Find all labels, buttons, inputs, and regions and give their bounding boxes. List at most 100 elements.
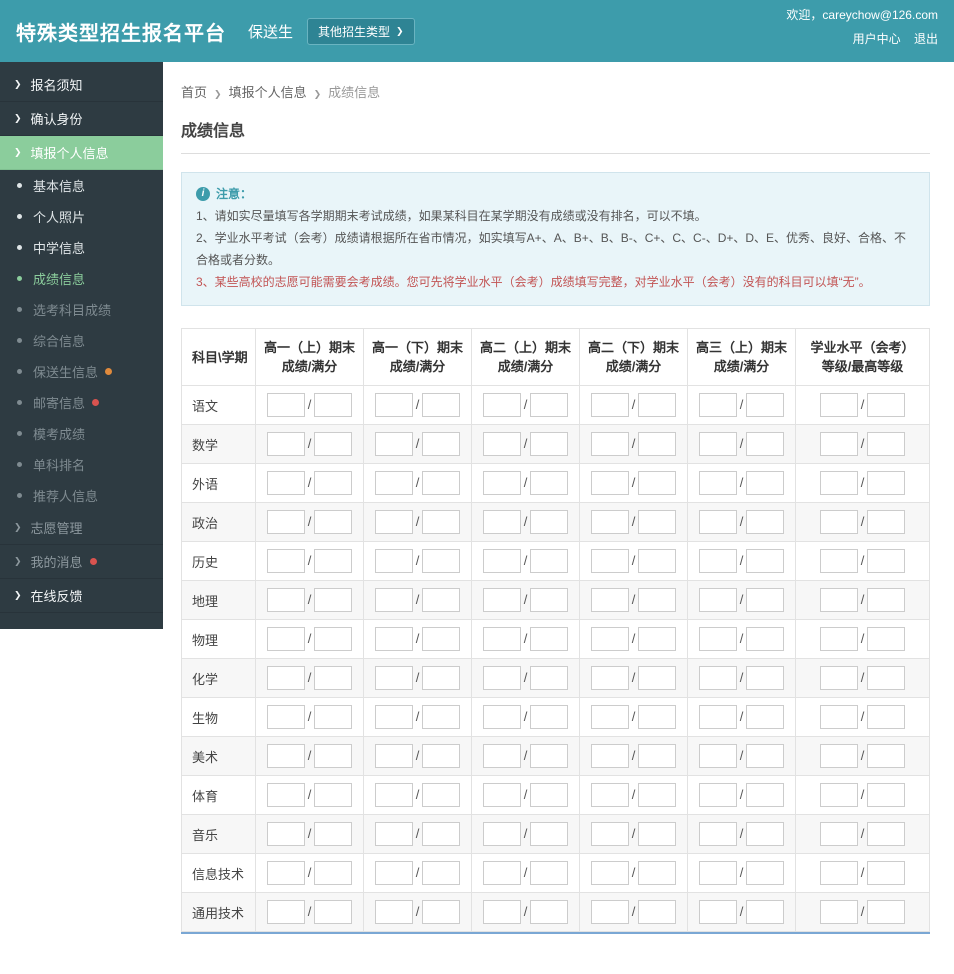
score-input[interactable] (590, 666, 629, 690)
score-input[interactable] (374, 666, 413, 690)
score-input[interactable] (374, 588, 413, 612)
full-score-input[interactable] (314, 900, 353, 924)
score-input[interactable] (590, 393, 629, 417)
full-score-input[interactable] (638, 861, 677, 885)
score-input[interactable] (698, 783, 737, 807)
full-score-input[interactable] (746, 705, 785, 729)
sidebar-item-6[interactable]: 成绩信息 (0, 263, 163, 294)
score-input[interactable] (698, 744, 737, 768)
score-input[interactable] (819, 783, 858, 807)
full-score-input[interactable] (530, 822, 569, 846)
score-input[interactable] (482, 900, 521, 924)
score-input[interactable] (266, 393, 305, 417)
full-score-input[interactable] (422, 510, 461, 534)
score-input[interactable] (482, 783, 521, 807)
full-score-input[interactable] (638, 744, 677, 768)
full-score-input[interactable] (422, 900, 461, 924)
full-score-input[interactable] (638, 822, 677, 846)
score-input[interactable] (266, 783, 305, 807)
sidebar-item-15[interactable]: ❯ 我的消息 (0, 545, 163, 579)
score-input[interactable] (374, 705, 413, 729)
score-input[interactable] (266, 900, 305, 924)
score-input[interactable] (374, 744, 413, 768)
score-input[interactable] (698, 627, 737, 651)
full-score-input[interactable] (530, 666, 569, 690)
full-score-input[interactable] (422, 705, 461, 729)
full-score-input[interactable] (867, 822, 906, 846)
score-input[interactable] (590, 822, 629, 846)
full-score-input[interactable] (314, 705, 353, 729)
full-score-input[interactable] (530, 471, 569, 495)
sidebar-item-3[interactable]: 基本信息 (0, 170, 163, 201)
score-input[interactable] (266, 744, 305, 768)
score-input[interactable] (482, 510, 521, 534)
full-score-input[interactable] (638, 510, 677, 534)
full-score-input[interactable] (867, 744, 906, 768)
score-input[interactable] (482, 393, 521, 417)
full-score-input[interactable] (422, 627, 461, 651)
score-input[interactable] (819, 549, 858, 573)
score-input[interactable] (374, 471, 413, 495)
score-input[interactable] (590, 783, 629, 807)
full-score-input[interactable] (867, 510, 906, 534)
full-score-input[interactable] (638, 666, 677, 690)
full-score-input[interactable] (314, 783, 353, 807)
full-score-input[interactable] (422, 666, 461, 690)
full-score-input[interactable] (422, 783, 461, 807)
score-input[interactable] (374, 393, 413, 417)
score-input[interactable] (374, 822, 413, 846)
full-score-input[interactable] (638, 783, 677, 807)
full-score-input[interactable] (314, 393, 353, 417)
score-input[interactable] (590, 588, 629, 612)
full-score-input[interactable] (746, 900, 785, 924)
full-score-input[interactable] (638, 393, 677, 417)
score-input[interactable] (266, 549, 305, 573)
full-score-input[interactable] (422, 822, 461, 846)
full-score-input[interactable] (422, 393, 461, 417)
full-score-input[interactable] (530, 783, 569, 807)
full-score-input[interactable] (746, 783, 785, 807)
full-score-input[interactable] (314, 744, 353, 768)
full-score-input[interactable] (530, 588, 569, 612)
sidebar-item-11[interactable]: 模考成绩 (0, 418, 163, 449)
score-input[interactable] (819, 510, 858, 534)
score-input[interactable] (374, 549, 413, 573)
full-score-input[interactable] (867, 471, 906, 495)
score-input[interactable] (374, 510, 413, 534)
score-input[interactable] (819, 627, 858, 651)
score-input[interactable] (266, 627, 305, 651)
sidebar-item-14[interactable]: ❯ 志愿管理 (0, 511, 163, 545)
breadcrumb-item[interactable]: 首页 (181, 85, 207, 100)
score-input[interactable] (698, 471, 737, 495)
full-score-input[interactable] (422, 588, 461, 612)
sidebar-item-10[interactable]: 邮寄信息 (0, 387, 163, 418)
score-input[interactable] (698, 588, 737, 612)
score-input[interactable] (482, 432, 521, 456)
score-input[interactable] (698, 900, 737, 924)
score-input[interactable] (698, 393, 737, 417)
score-input[interactable] (266, 666, 305, 690)
score-input[interactable] (819, 744, 858, 768)
score-input[interactable] (374, 627, 413, 651)
score-input[interactable] (482, 666, 521, 690)
full-score-input[interactable] (314, 471, 353, 495)
full-score-input[interactable] (638, 588, 677, 612)
score-input[interactable] (698, 432, 737, 456)
score-input[interactable] (266, 471, 305, 495)
full-score-input[interactable] (867, 588, 906, 612)
score-input[interactable] (819, 666, 858, 690)
score-input[interactable] (482, 471, 521, 495)
score-input[interactable] (374, 783, 413, 807)
full-score-input[interactable] (746, 861, 785, 885)
sidebar-item-2[interactable]: ❯ 填报个人信息 (0, 136, 163, 170)
score-input[interactable] (266, 861, 305, 885)
score-input[interactable] (698, 549, 737, 573)
score-input[interactable] (482, 705, 521, 729)
full-score-input[interactable] (422, 549, 461, 573)
score-input[interactable] (590, 627, 629, 651)
full-score-input[interactable] (638, 900, 677, 924)
full-score-input[interactable] (314, 822, 353, 846)
sidebar-item-13[interactable]: 推荐人信息 (0, 480, 163, 511)
sidebar-item-5[interactable]: 中学信息 (0, 232, 163, 263)
full-score-input[interactable] (746, 666, 785, 690)
